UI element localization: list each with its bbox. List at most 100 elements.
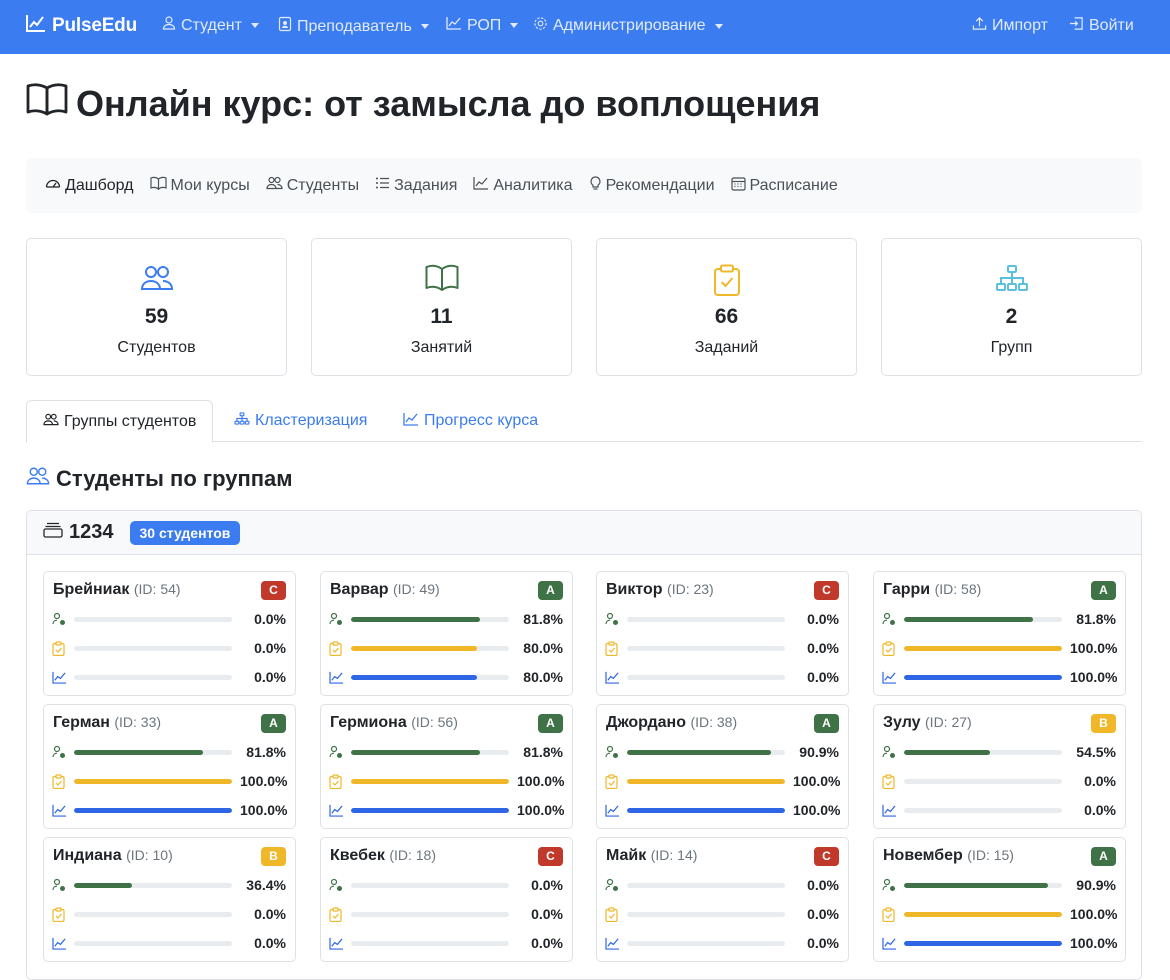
nav-admin-label: Администрирование [553,17,706,34]
student-card[interactable]: Гермиона (ID: 56) A 81.8% 100.0% 100.0% [320,704,573,829]
grade-badge: C [261,581,286,600]
chart-line-icon [329,804,349,817]
collection-icon [43,522,63,543]
progress-row: 100.0% [52,800,287,820]
clipboard-check-icon [52,906,72,922]
student-id: (ID: 14) [650,847,698,863]
attendance-row: 0.0% [605,875,839,895]
page-title: Онлайн курс: от замысла до воплощения [26,82,820,125]
clipboard-check-icon [52,640,72,656]
student-card[interactable]: Герман (ID: 33) A 81.8% 100.0% 100.0% [43,704,296,829]
stat-groups-label: Групп [990,339,1033,356]
student-card[interactable]: Брейниак (ID: 54) C 0.0% 0.0% 0.0% [43,571,296,696]
student-id: (ID: 15) [967,847,1014,863]
progress-percent: 100.0% [1070,669,1118,685]
assignments-row: 0.0% [605,638,839,658]
attendance-row: 0.0% [329,875,563,895]
book-icon [149,176,167,195]
progress-row: 0.0% [605,933,839,953]
student-card[interactable]: Майк (ID: 14) C 0.0% 0.0% 0.0% [596,837,849,962]
progress-progress-bar [627,940,785,946]
attendance-percent: 81.8% [1076,611,1116,627]
clipboard-check-icon [882,773,902,789]
chart-line-icon [882,804,902,817]
clipboard-check-icon [329,906,349,922]
student-card[interactable]: Квебек (ID: 18) C 0.0% 0.0% 0.0% [320,837,573,962]
student-card[interactable]: Варвар (ID: 49) A 81.8% 80.0% 80.0% [320,571,573,696]
assignments-percent: 0.0% [1084,773,1116,789]
subnav-students[interactable]: Студенты [266,176,359,195]
group-name: 1234 [69,521,114,543]
progress-row: 100.0% [882,933,1117,953]
person-check-icon [52,745,72,759]
tab-course-progress[interactable]: Прогресс курса [387,400,554,442]
attendance-percent: 0.0% [254,611,286,627]
user-icon [162,16,176,35]
attendance-percent: 0.0% [807,877,839,893]
subnav-assignments[interactable]: Задания [375,176,457,195]
import-link[interactable]: Импорт [972,16,1048,36]
stat-groups-value: 2 [1005,305,1018,328]
login-link[interactable]: Войти [1069,16,1134,36]
progress-progress-bar [351,674,509,680]
nav-teacher-dropdown[interactable]: Преподаватель [278,16,429,37]
attendance-progress-fill [904,882,1048,888]
student-name: Квебек (ID: 18) [330,847,436,865]
student-name: Герман (ID: 33) [53,714,161,732]
assignments-progress-bar [74,778,232,784]
chart-line-icon [52,804,72,817]
student-card[interactable]: Новембер (ID: 15) A 90.9% 100.0% 100.0% [873,837,1126,962]
attendance-row: 81.8% [329,609,563,629]
tab-student-groups-label: Группы студентов [64,412,197,430]
attendance-percent: 0.0% [531,877,563,893]
nav-admin-dropdown[interactable]: Администрирование [533,16,723,36]
student-card[interactable]: Виктор (ID: 23) C 0.0% 0.0% 0.0% [596,571,849,696]
attendance-percent: 90.9% [799,744,839,760]
subnav-my-courses[interactable]: Мои курсы [149,176,250,195]
nav-teacher-label: Преподаватель [297,17,412,35]
attendance-progress-bar [904,749,1062,755]
subnav-recommendations[interactable]: Рекомендации [589,175,715,196]
attendance-row: 0.0% [52,609,286,629]
group-header[interactable]: 1234 30 студентов [27,511,1141,555]
assignments-progress-fill [351,778,509,784]
nav-rop-dropdown[interactable]: РОП [446,16,519,35]
subnav-schedule[interactable]: Расписание [730,176,838,196]
progress-percent: 0.0% [531,935,563,951]
subnav-analytics[interactable]: Аналитика [473,176,573,195]
progress-progress-fill [74,807,232,813]
attendance-progress-fill [74,882,132,888]
progress-percent: 0.0% [1084,802,1116,818]
progress-row: 80.0% [329,667,563,687]
attendance-row: 36.4% [52,875,286,895]
student-name: Индиана (ID: 10) [53,847,173,865]
student-card[interactable]: Индиана (ID: 10) B 36.4% 0.0% 0.0% [43,837,296,962]
student-card[interactable]: Гарри (ID: 58) A 81.8% 100.0% 100.0% [873,571,1126,696]
assignments-progress-bar [351,778,509,784]
brand-link[interactable]: PulseEdu [26,14,137,38]
tab-clustering[interactable]: Кластеризация [218,400,383,442]
student-id: (ID: 58) [934,581,982,597]
subnav-dashboard[interactable]: Дашборд [45,176,134,195]
assignments-percent: 100.0% [793,773,841,789]
tab-student-groups[interactable]: Группы студентов [26,400,214,443]
subnav-my-courses-label: Мои курсы [170,176,250,194]
clipboard-check-icon [605,773,625,789]
chart-line-icon [446,16,462,35]
assignments-progress-bar [627,645,785,651]
assignments-progress-fill [627,778,785,784]
subnav-analytics-label: Аналитика [493,176,573,194]
nav-student-dropdown[interactable]: Студент [162,16,259,35]
student-name-text: Джордано [606,714,686,731]
student-id: (ID: 10) [126,847,173,863]
progress-progress-bar [627,807,785,813]
badge-icon [278,16,292,37]
clipboard-check-icon [329,773,349,789]
student-card[interactable]: Джордано (ID: 38) A 90.9% 100.0% 100.0% [596,704,849,829]
student-card[interactable]: Зулу (ID: 27) B 54.5% 0.0% 0.0% [873,704,1126,829]
student-name-text: Зулу [883,714,921,731]
stat-card-lessons: 11 Занятий [311,238,572,376]
student-name-text: Виктор [606,581,663,598]
assignments-row: 0.0% [329,904,563,924]
student-name-text: Герман [53,714,110,731]
